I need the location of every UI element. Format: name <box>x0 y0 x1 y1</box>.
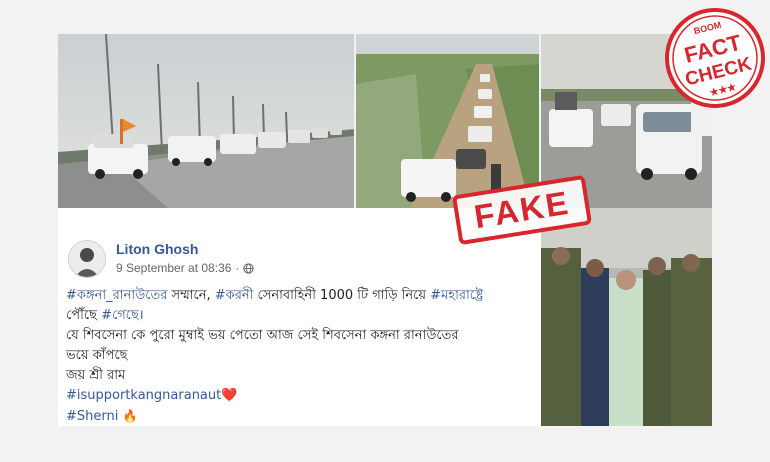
post-meta: 9 September at 08:36 · <box>116 261 255 275</box>
globe-icon[interactable] <box>243 262 255 274</box>
fire-icon: 🔥 <box>122 409 138 423</box>
security-escort-photo <box>541 208 712 426</box>
post-line-3: যে শিবসেনা কে পুরো মুম্বাই ভয় পেতো আজ স… <box>66 326 536 346</box>
heart-icon: ❤️ <box>221 388 238 403</box>
post-text: যে শিবসেনা কে পুরো মুম্বাই ভয় পেতো আজ স… <box>66 328 459 343</box>
author-name[interactable]: Liton Ghosh <box>116 241 198 257</box>
post-line-2: পৌঁছে #গেছে। <box>66 306 536 326</box>
hashtag-link[interactable]: #কঙ্গনা_রানাউতের <box>66 288 167 303</box>
post-line-4: ভয়ে কাঁপছে <box>66 346 536 366</box>
hashtag-link[interactable]: #মহারাষ্ট্রে <box>430 288 483 303</box>
post-line-1: #কঙ্গনা_রানাউতের সম্মানে, #করনী সেনাবাহি… <box>66 286 536 306</box>
post-text: পৌঁছে <box>66 308 102 323</box>
post-text: জয় শ্রী রাম <box>66 368 126 383</box>
post-text: ভয়ে কাঁপছে <box>66 348 128 363</box>
post-body: #কঙ্গনা_রানাউতের সম্মানে, #করনী সেনাবাহি… <box>66 286 536 427</box>
post-line-7: #Sherni 🔥 <box>66 406 536 427</box>
hashtag-link[interactable]: #isupportkangnaranaut <box>66 388 221 403</box>
author-avatar[interactable] <box>68 240 106 278</box>
post-line-5: জয় শ্রী রাম <box>66 366 536 386</box>
convoy-road-photo <box>356 34 539 208</box>
hashtag-link[interactable]: #করনী <box>215 288 254 303</box>
post-text: সেনাবাহিনী 1000 টি গাড়ি নিয়ে <box>253 288 431 303</box>
post-text: সম্মানে, <box>167 288 215 303</box>
hashtag-link[interactable]: #Sherni <box>66 409 118 424</box>
post-text: । <box>138 308 144 323</box>
fact-check-graphic: Liton Ghosh 9 September at 08:36 · #কঙ্গ… <box>0 0 770 462</box>
boom-fact-check-badge: BOOM FACT CHECK ★★★ <box>665 8 765 108</box>
meta-separator: · <box>235 261 240 275</box>
convoy-highway-photo <box>58 34 354 208</box>
post-timestamp[interactable]: 9 September at 08:36 <box>116 261 231 275</box>
post-line-6: #isupportkangnaranaut❤️ <box>66 386 536 406</box>
hashtag-link[interactable]: #গেছে <box>101 308 139 323</box>
